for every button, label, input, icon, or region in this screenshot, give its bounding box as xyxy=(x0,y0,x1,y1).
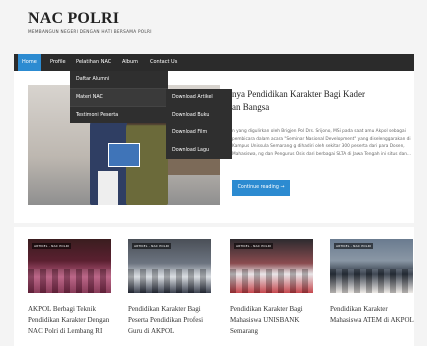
site-title[interactable]: NAC POLRI xyxy=(28,10,119,28)
submenu-item-download-artikel[interactable]: Download Artikel xyxy=(166,89,232,107)
nav-item-contact-us[interactable]: Contact Us xyxy=(146,54,181,71)
submenu-item-download-buku[interactable]: Download Buku xyxy=(166,107,232,125)
photo-crowd xyxy=(28,269,111,293)
photo-crowd xyxy=(230,269,313,293)
photo-crowd xyxy=(330,269,413,293)
materi-submenu: Download Artikel Download Buku Download … xyxy=(166,89,232,159)
category-badge: ARTIKEL - NAC POLRI xyxy=(234,243,274,249)
related-post-title[interactable]: AKPOL Berbagi Teknik Pendidikan Karakter… xyxy=(28,304,116,337)
pelatihan-dropdown-menu: Daftar Alumni Materi NAC Testimoni Peser… xyxy=(70,71,168,123)
featured-post-excerpt: n yang digulirkan oleh Brigjen Pol Drs. … xyxy=(232,129,412,157)
related-post-thumbnail[interactable]: ARTIKEL - NAC POLRI xyxy=(230,239,313,293)
dropdown-item-daftar-alumni[interactable]: Daftar Alumni xyxy=(70,71,168,88)
nav-item-home[interactable]: Home xyxy=(18,54,41,71)
featured-title-line: an Bangsa xyxy=(232,102,270,112)
main-navbar: Home Profile Pelatihan NAC Album Contact… xyxy=(14,54,414,71)
submenu-item-download-film[interactable]: Download Film xyxy=(166,124,232,142)
related-post-title[interactable]: Pendidikan Karakter Bagi Mahasiswa UNISB… xyxy=(230,304,318,337)
dropdown-item-testimoni-peserta[interactable]: Testimoni Peserta xyxy=(70,107,168,124)
related-post-thumbnail[interactable]: ARTIKEL - NAC POLRI xyxy=(330,239,413,293)
nav-item-pelatihan-nac[interactable]: Pelatihan NAC xyxy=(72,54,115,71)
nav-item-album[interactable]: Album xyxy=(118,54,142,71)
related-post-thumbnail[interactable]: ARTIKEL - NAC POLRI xyxy=(28,239,111,293)
related-post-title[interactable]: Pendidikan Karakter Bagi Peserta Pendidi… xyxy=(128,304,216,337)
site-header: NAC POLRI MEMBANGUN NEGERI DENGAN HATI B… xyxy=(0,0,427,54)
nav-item-profile[interactable]: Profile xyxy=(46,54,70,71)
category-badge: ARTIKEL - NAC POLRI xyxy=(132,243,172,249)
submenu-item-download-lagu[interactable]: Download Lagu xyxy=(166,142,232,160)
related-post-title[interactable]: Pendidikan Karakter Mahasiswa ATEM di AK… xyxy=(330,304,414,326)
photo-plaque xyxy=(108,143,140,167)
category-badge: ARTIKEL - NAC POLRI xyxy=(32,243,72,249)
featured-post-title[interactable]: nya Pendidikan Karakter Bagi Kader an Ba… xyxy=(232,88,416,114)
dropdown-item-materi-nac[interactable]: Materi NAC xyxy=(70,89,168,106)
photo-crowd xyxy=(128,269,211,293)
category-badge: ARTIKEL - NAC POLRI xyxy=(334,243,374,249)
continue-reading-button[interactable]: Continue reading → xyxy=(232,180,290,196)
featured-title-line: nya Pendidikan Karakter Bagi Kader xyxy=(232,89,365,99)
related-post-thumbnail[interactable]: ARTIKEL - NAC POLRI xyxy=(128,239,211,293)
photo-detail xyxy=(98,171,118,205)
site-tagline: MEMBANGUN NEGERI DENGAN HATI BERSAMA POL… xyxy=(28,29,152,34)
